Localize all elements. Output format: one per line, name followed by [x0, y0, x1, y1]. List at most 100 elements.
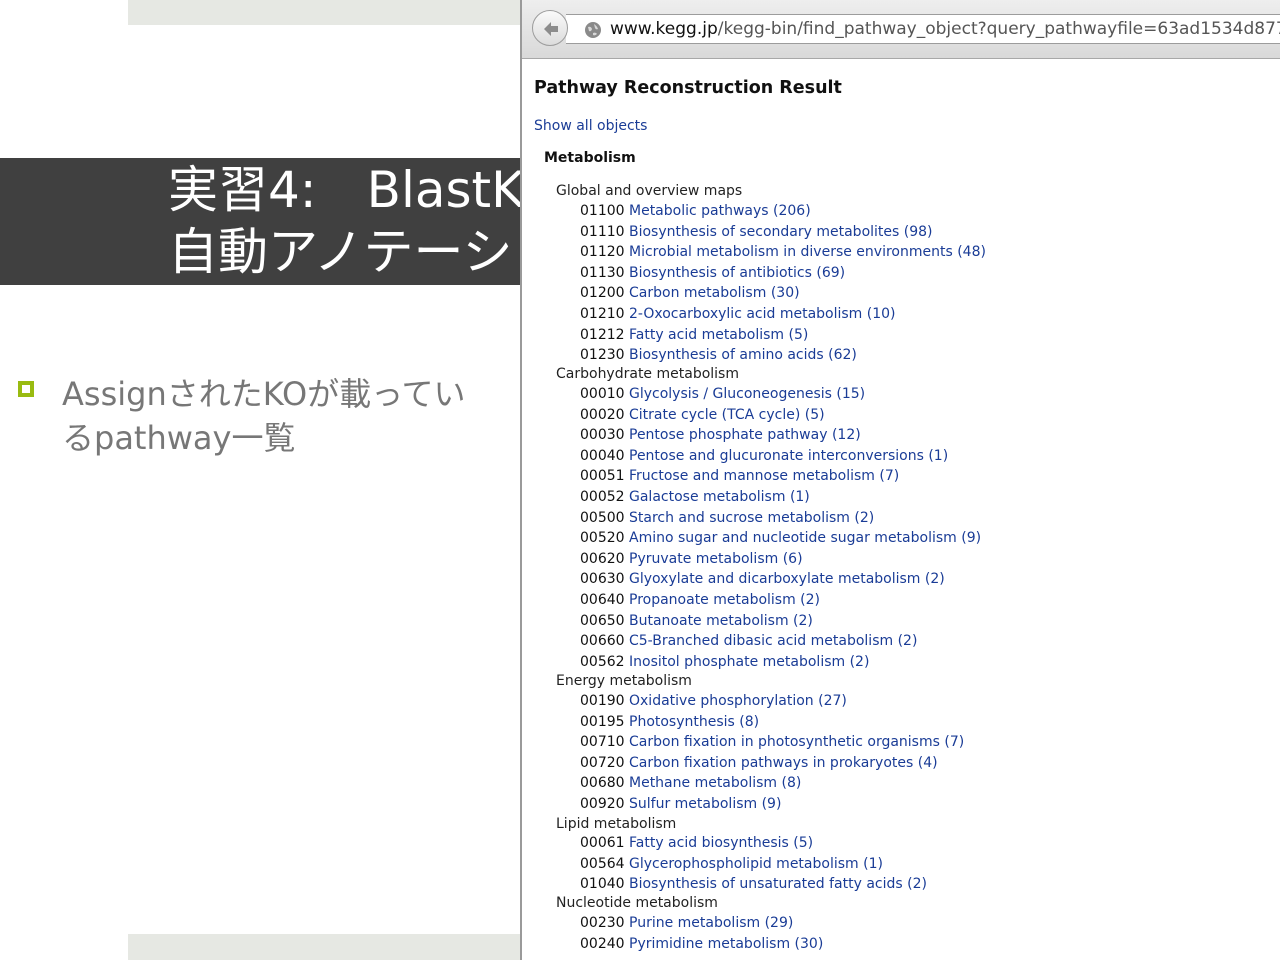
pathway-link[interactable]: 2-Oxocarboxylic acid metabolism (10) — [629, 306, 896, 322]
slide-title-line-2: 自動アノテーシ — [168, 223, 513, 281]
pathway-entry: 01200 Carbon metabolism (30) — [580, 284, 800, 302]
pathway-entry: 00010 Glycolysis / Gluconeogenesis (15) — [580, 385, 865, 403]
pathway-link[interactable]: Fructose and mannose metabolism (7) — [629, 468, 899, 484]
address-text: www.kegg.jp/kegg-bin/find_pathway_object… — [610, 19, 1280, 39]
pathway-entry: 01110 Biosynthesis of secondary metaboli… — [580, 223, 933, 241]
slide-bullet-line-2: るpathway一覧 — [62, 419, 296, 457]
pathway-link[interactable]: Metabolic pathways (206) — [629, 203, 811, 219]
pathway-link[interactable]: Carbon metabolism (30) — [629, 285, 800, 301]
pathway-link[interactable]: Glyoxylate and dicarboxylate metabolism … — [629, 571, 945, 587]
pathway-id: 00030 — [580, 427, 625, 444]
pathway-link[interactable]: Glycolysis / Gluconeogenesis (15) — [629, 386, 865, 402]
pathway-id: 00061 — [580, 835, 625, 851]
pathway-id: 00920 — [580, 796, 625, 812]
pathway-link[interactable]: Butanoate metabolism (2) — [629, 613, 813, 629]
back-button[interactable] — [532, 10, 568, 46]
pathway-id: 01110 — [580, 223, 625, 240]
pathway-id: 00020 — [580, 406, 625, 423]
pathway-id: 00720 — [580, 754, 625, 771]
pathway-entry: 00500 Starch and sucrose metabolism (2) — [580, 509, 874, 527]
pathway-id: 01120 — [580, 244, 625, 261]
group-label: Carbohydrate metabolism — [556, 366, 739, 382]
pathway-entry: 01040 Biosynthesis of unsaturated fatty … — [580, 875, 927, 893]
pathway-id: 01130 — [580, 264, 625, 281]
back-arrow-icon — [544, 22, 558, 36]
pathway-entry: 00040 Pentose and glucuronate interconve… — [580, 447, 948, 465]
pathway-id: 00660 — [580, 633, 625, 650]
pathway-link[interactable]: Carbon fixation pathways in prokaryotes … — [629, 755, 938, 771]
browser-window: www.kegg.jp/kegg-bin/find_pathway_object… — [520, 0, 1280, 960]
slide-title-line-1: 実習4: BlastK — [168, 161, 524, 219]
pathway-entry: 00720 Carbon fixation pathways in prokar… — [580, 754, 938, 772]
pathway-link[interactable]: Sulfur metabolism (9) — [629, 796, 781, 812]
page-title: Pathway Reconstruction Result — [534, 78, 842, 98]
slide-bullet: AssignされたKOが載ってい るpathway一覧 — [62, 372, 522, 460]
pathway-link[interactable]: Propanoate metabolism (2) — [629, 592, 820, 608]
pathway-link[interactable]: Fatty acid biosynthesis (5) — [629, 835, 813, 851]
bullet-square-icon — [18, 381, 34, 397]
pathway-link[interactable]: Inositol phosphate metabolism (2) — [629, 654, 869, 670]
pathway-link[interactable]: Oxidative phosphorylation (27) — [629, 693, 847, 709]
pathway-link[interactable]: Pyruvate metabolism (6) — [629, 551, 803, 567]
slide-bullet-line-1: AssignされたKOが載ってい — [62, 375, 466, 413]
pathway-entry: 01210 2-Oxocarboxylic acid metabolism (1… — [580, 305, 896, 323]
pathway-id: 00040 — [580, 447, 625, 464]
pathway-link[interactable]: Biosynthesis of secondary metabolites (9… — [629, 224, 933, 240]
pathway-id: 00650 — [580, 612, 625, 629]
pathway-id: 01040 — [580, 876, 625, 893]
pathway-link[interactable]: C5-Branched dibasic acid metabolism (2) — [629, 633, 917, 649]
pathway-link[interactable]: Pentose and glucuronate interconversions… — [629, 448, 948, 464]
pathway-id: 00240 — [580, 935, 625, 952]
pathway-id: 00500 — [580, 509, 625, 526]
group-label: Lipid metabolism — [556, 816, 677, 832]
pathway-link[interactable]: Methane metabolism (8) — [629, 775, 801, 791]
pathway-link[interactable]: Photosynthesis (8) — [629, 714, 759, 730]
pathway-id: 01230 — [580, 347, 625, 364]
pathway-link[interactable]: Pyrimidine metabolism (30) — [629, 936, 823, 952]
slide-top-bar — [128, 0, 528, 25]
pathway-link[interactable]: Biosynthesis of unsaturated fatty acids … — [629, 876, 927, 892]
url-domain: www.kegg.jp — [610, 19, 718, 39]
pathway-id: 01100 — [580, 203, 625, 219]
slide-bottom-bar — [128, 934, 528, 960]
pathway-id: 00562 — [580, 653, 625, 670]
pathway-id: 00051 — [580, 468, 625, 485]
pathway-id: 00010 — [580, 386, 625, 402]
pathway-link[interactable]: Fatty acid metabolism (5) — [629, 327, 808, 343]
pathway-id: 00230 — [580, 915, 625, 931]
pathway-link[interactable]: Citrate cycle (TCA cycle) (5) — [629, 407, 825, 423]
pathway-entry: 01100 Metabolic pathways (206) — [580, 202, 811, 220]
pathway-link[interactable]: Biosynthesis of antibiotics (69) — [629, 265, 845, 281]
pathway-link[interactable]: Glycerophospholipid metabolism (1) — [629, 856, 883, 872]
group-label: Global and overview maps — [556, 183, 743, 199]
pathway-link[interactable]: Pentose phosphate pathway (12) — [629, 427, 861, 443]
pathway-link[interactable]: Starch and sucrose metabolism (2) — [629, 510, 874, 526]
pathway-id: 00052 — [580, 489, 625, 505]
url-path: /kegg-bin/find_pathway_object?query_path… — [717, 19, 1280, 39]
pathway-entry: 00710 Carbon fixation in photosynthetic … — [580, 733, 964, 751]
pathway-id: 00620 — [580, 550, 625, 567]
pathway-id: 00680 — [580, 775, 625, 792]
pathway-id: 01210 — [580, 306, 625, 322]
show-all-objects-link[interactable]: Show all objects — [534, 118, 647, 134]
pathway-id: 00520 — [580, 530, 625, 547]
group-label: Nucleotide metabolism — [556, 895, 718, 911]
pathway-link[interactable]: Biosynthesis of amino acids (62) — [629, 347, 857, 363]
pathway-entry: 00564 Glycerophospholipid metabolism (1) — [580, 855, 883, 873]
pathway-entry: 00660 C5-Branched dibasic acid metabolis… — [580, 632, 917, 650]
address-bar[interactable]: www.kegg.jp/kegg-bin/find_pathway_object… — [566, 14, 1280, 44]
pathway-link[interactable]: Galactose metabolism (1) — [629, 489, 810, 505]
pathway-entry: 00620 Pyruvate metabolism (6) — [580, 550, 803, 568]
section-heading-metabolism: Metabolism — [544, 150, 636, 166]
pathway-id: 01212 — [580, 326, 625, 343]
slide-title-band: 実習4: BlastK 自動アノテーシ — [0, 158, 540, 285]
pathway-link[interactable]: Carbon fixation in photosynthetic organi… — [629, 734, 964, 750]
pathway-link[interactable]: Microbial metabolism in diverse environm… — [629, 244, 986, 260]
pathway-entry: 00562 Inositol phosphate metabolism (2) — [580, 653, 869, 671]
pathway-link[interactable]: Purine metabolism (29) — [629, 915, 793, 931]
group-label: Energy metabolism — [556, 673, 692, 689]
pathway-link[interactable]: Amino sugar and nucleotide sugar metabol… — [629, 530, 981, 546]
pathway-entry: 01230 Biosynthesis of amino acids (62) — [580, 346, 857, 364]
pathway-entry: 00030 Pentose phosphate pathway (12) — [580, 426, 861, 444]
pathway-entry: 00650 Butanoate metabolism (2) — [580, 612, 813, 630]
